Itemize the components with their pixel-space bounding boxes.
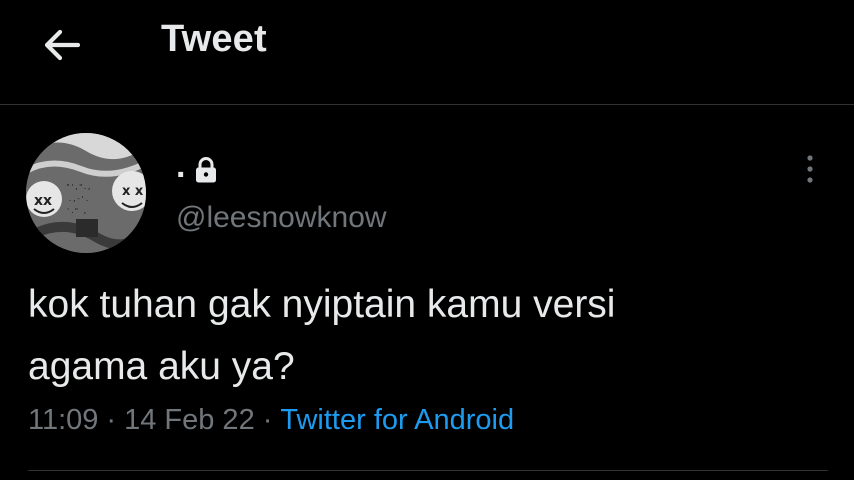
svg-text:"',".,: "',"., — [66, 183, 91, 191]
svg-text:'." ,: '." , — [66, 207, 87, 215]
page-title: Tweet — [161, 18, 267, 60]
username[interactable]: @leesnowknow — [176, 201, 387, 235]
back-button[interactable] — [36, 22, 88, 68]
svg-text:xx: xx — [34, 193, 52, 209]
more-vertical-icon — [807, 155, 813, 183]
meta-separator: · — [106, 404, 117, 436]
author-name-row[interactable]: . — [176, 149, 221, 190]
svg-text:.,-'.: .,-'. — [68, 195, 89, 203]
lock-icon — [191, 155, 221, 185]
avatar-image: xx x x "',"., .,-'. '." , — [26, 133, 146, 253]
svg-text:x x: x x — [122, 184, 144, 199]
tweet-text-line: kok tuhan gak nyiptain kamu versi — [28, 283, 616, 326]
tweet-text-line: agama aku ya? — [28, 345, 295, 388]
tweet-meta: 11:09 · 14 Feb 22 · Twitter for Android — [28, 404, 514, 437]
divider — [28, 470, 828, 471]
arrow-left-icon — [44, 29, 81, 61]
tweet-source-link[interactable]: Twitter for Android — [280, 404, 514, 436]
meta-separator: · — [262, 404, 273, 436]
avatar[interactable]: xx x x "',"., .,-'. '." , — [26, 133, 146, 253]
tweet-time[interactable]: 11:09 — [28, 404, 98, 436]
more-options-button[interactable] — [796, 152, 824, 186]
display-name[interactable]: . — [176, 149, 185, 183]
tweet-date[interactable]: 14 Feb 22 — [124, 404, 255, 436]
top-app-bar: Tweet — [0, 0, 854, 105]
tweet-text: kok tuhan gak nyiptain kamu versi agama … — [28, 274, 808, 398]
